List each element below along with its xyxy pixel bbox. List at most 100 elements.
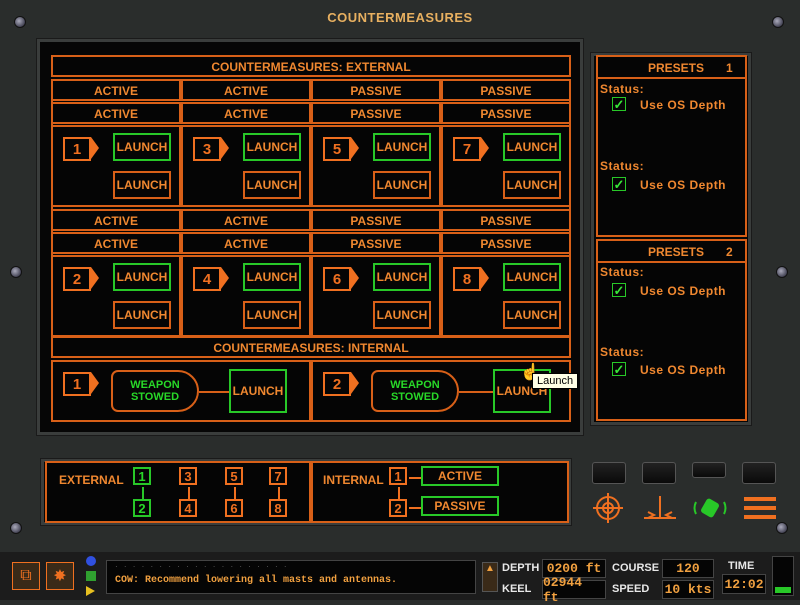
external-select-6[interactable]: 6 — [225, 499, 243, 517]
preset-number: 2 — [726, 245, 733, 259]
indicator-green-icon — [86, 571, 96, 581]
explosion-icon[interactable]: ✸ — [46, 562, 74, 590]
launch-button-secondary-1-2[interactable]: LAUNCH — [243, 301, 301, 329]
mode-cell[interactable]: PASSIVE — [311, 232, 441, 254]
arrow-icon — [351, 137, 359, 159]
external-selector: EXTERNAL 1 2 3 4 5 6 7 8 — [45, 461, 311, 523]
preset-header[interactable]: PRESETS 2 — [598, 241, 745, 263]
external-select-4[interactable]: 4 — [179, 499, 197, 517]
checkbox-use-os-depth[interactable]: ✓ — [612, 362, 626, 376]
launch-button-secondary-0-3[interactable]: LAUNCH — [373, 171, 431, 199]
tube-number: 8 — [453, 267, 481, 291]
mode-cell[interactable]: ACTIVE — [51, 79, 181, 101]
internal-label: INTERNAL — [323, 473, 384, 487]
status-label: Status: — [600, 82, 645, 96]
weapon-status: WEAPON STOWED — [111, 370, 199, 412]
launch-button-secondary-0-4[interactable]: LAUNCH — [503, 171, 561, 199]
control-button-2[interactable] — [642, 462, 676, 484]
mode-cell[interactable]: ACTIVE — [181, 102, 311, 124]
external-select-8[interactable]: 8 — [269, 499, 287, 517]
launch-button-secondary-1-1[interactable]: LAUNCH — [113, 301, 171, 329]
mode-cell[interactable]: ACTIVE — [181, 209, 311, 231]
tube-number: 2 — [63, 267, 91, 291]
launch-button-top-3[interactable]: LAUNCH — [373, 133, 431, 161]
depth-label: DEPTH — [502, 562, 540, 574]
control-button-4[interactable] — [742, 462, 776, 484]
tube-id: 4 — [193, 267, 229, 291]
screw-icon — [776, 522, 788, 534]
tube-number: 1 — [63, 137, 91, 161]
mode-cell[interactable]: PASSIVE — [311, 102, 441, 124]
tube-number: 2 — [323, 372, 351, 396]
tube-number: 1 — [63, 372, 91, 396]
arrow-icon — [481, 137, 489, 159]
tube-id: 2 — [63, 267, 99, 291]
checkbox-use-os-depth[interactable]: ✓ — [612, 97, 626, 111]
launch-button-bottom-1[interactable]: LAUNCH — [113, 263, 171, 291]
internal-select-1[interactable]: 1 — [389, 467, 407, 485]
internal-launch-button-1[interactable]: LAUNCH — [229, 369, 287, 413]
external-select-2[interactable]: 2 — [133, 499, 151, 517]
mode-cell[interactable]: ACTIVE — [51, 232, 181, 254]
external-select-7[interactable]: 7 — [269, 467, 287, 485]
checkbox-use-os-depth[interactable]: ✓ — [612, 177, 626, 191]
menu-icon[interactable] — [742, 494, 778, 522]
mode-cell[interactable]: ACTIVE — [51, 209, 181, 231]
checkbox-use-os-depth[interactable]: ✓ — [612, 283, 626, 297]
tube-id: 6 — [323, 267, 359, 291]
launch-button-bottom-2[interactable]: LAUNCH — [243, 263, 301, 291]
target-icon[interactable] — [592, 492, 624, 524]
depth-marker-icon[interactable] — [640, 492, 680, 524]
window-icon[interactable]: ⧉ — [12, 562, 40, 590]
connector-line — [278, 487, 280, 499]
passive-button[interactable]: PASSIVE — [421, 496, 499, 516]
arrow-icon — [91, 267, 99, 289]
launch-button-top-2[interactable]: LAUNCH — [243, 133, 301, 161]
preset-box-1: PRESETS 1 Status: ✓ Use OS Depth Status:… — [596, 55, 747, 237]
preset-header[interactable]: PRESETS 1 — [598, 57, 745, 79]
external-select-3[interactable]: 3 — [179, 467, 197, 485]
tube-number: 6 — [323, 267, 351, 291]
option-label: Use OS Depth — [640, 363, 727, 377]
control-button-3[interactable] — [692, 462, 726, 478]
launch-button-top-4[interactable]: LAUNCH — [503, 133, 561, 161]
keel-label: KEEL — [502, 583, 532, 595]
mode-cell[interactable]: ACTIVE — [51, 102, 181, 124]
countermeasure-signal-icon[interactable] — [692, 492, 728, 524]
screw-icon — [10, 522, 22, 534]
preset-title: PRESETS — [648, 245, 705, 259]
mode-cell[interactable]: PASSIVE — [311, 209, 441, 231]
active-button[interactable]: ACTIVE — [421, 466, 499, 486]
mode-cell[interactable]: ACTIVE — [181, 79, 311, 101]
mode-cell[interactable]: PASSIVE — [311, 79, 441, 101]
launch-button-secondary-1-3[interactable]: LAUNCH — [373, 301, 431, 329]
connector-line — [409, 477, 421, 479]
mode-cell[interactable]: PASSIVE — [441, 209, 571, 231]
course-label: COURSE — [612, 562, 660, 574]
status-line: WEAPON — [390, 379, 440, 391]
external-select-1[interactable]: 1 — [133, 467, 151, 485]
launch-button-bottom-4[interactable]: LAUNCH — [503, 263, 561, 291]
control-button-1[interactable] — [592, 462, 626, 484]
keel-value: 02944 ft — [542, 575, 606, 605]
speed-label: SPEED — [612, 583, 650, 595]
tube-number: 7 — [453, 137, 481, 161]
launch-button-secondary-0-1[interactable]: LAUNCH — [113, 171, 171, 199]
launch-button-bottom-3[interactable]: LAUNCH — [373, 263, 431, 291]
external-select-5[interactable]: 5 — [225, 467, 243, 485]
internal-select-2[interactable]: 2 — [389, 499, 407, 517]
tube-number: 5 — [323, 137, 351, 161]
mode-cell[interactable]: PASSIVE — [441, 102, 571, 124]
status-line: STOWED — [390, 391, 440, 403]
arrow-icon — [221, 267, 229, 289]
launch-button-secondary-0-2[interactable]: LAUNCH — [243, 171, 301, 199]
launch-button-top-1[interactable]: LAUNCH — [113, 133, 171, 161]
mode-cell[interactable]: ACTIVE — [181, 232, 311, 254]
play-icon[interactable] — [86, 586, 95, 596]
preset-title: PRESETS — [648, 61, 705, 75]
mode-cell[interactable]: PASSIVE — [441, 79, 571, 101]
scroll-up-button[interactable]: ▲ — [482, 562, 498, 592]
launch-button-secondary-1-4[interactable]: LAUNCH — [503, 301, 561, 329]
external-label: EXTERNAL — [59, 473, 124, 487]
mode-cell[interactable]: PASSIVE — [441, 232, 571, 254]
